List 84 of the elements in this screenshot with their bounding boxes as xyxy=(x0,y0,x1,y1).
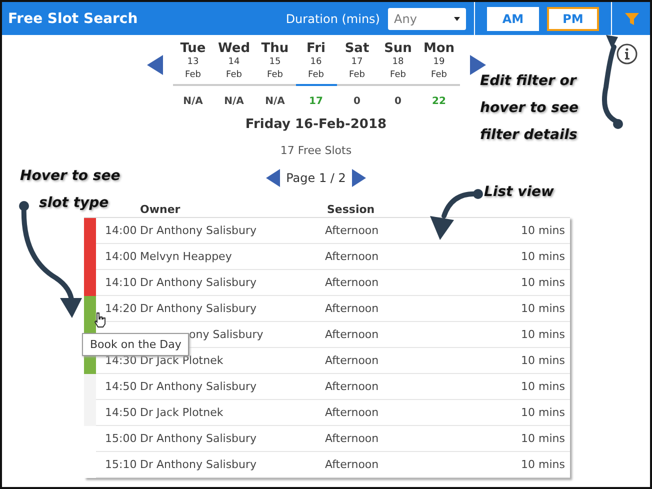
table-cell-text: Dr Anthony Salisbury xyxy=(140,302,258,315)
annotation-text: hover to see xyxy=(480,99,578,118)
slot-count: 22 xyxy=(431,96,447,107)
slot-row[interactable]: 15:00 Dr Anthony Salisbury Afternoon 10 mins xyxy=(84,426,570,452)
table-cell-text: Dr Anthony Salisbury xyxy=(140,380,258,393)
table-cell-text: 14:10 xyxy=(105,276,138,289)
window-title: Free Slot Search xyxy=(8,10,139,26)
table-cell-text: Afternoon xyxy=(325,328,380,341)
annotation-text: filter details xyxy=(480,126,578,145)
page-indicator: Page 1 / 2 xyxy=(286,171,346,185)
table-cell-text: 14:30 xyxy=(105,354,138,367)
table-cell: 10 mins xyxy=(521,380,565,393)
duration-dropdown[interactable]: Any xyxy=(388,8,466,30)
annotation-text: List view xyxy=(484,183,554,202)
table-cell-text: 15:00 xyxy=(105,432,138,445)
session-toggle[interactable]: PM xyxy=(547,6,599,30)
table-cell-text: Dr Anthony Salisbury xyxy=(140,224,258,237)
table-cell: 10 mins xyxy=(521,276,565,289)
next-arrow-icon[interactable] xyxy=(470,55,486,75)
caret-icon xyxy=(454,16,460,20)
slot-row[interactable]: 15:10 Dr Anthony Salisbury Afternoon 10 mins xyxy=(84,452,570,478)
hand-cursor-icon xyxy=(94,312,106,328)
duration-label: Duration (mins) xyxy=(286,12,380,26)
table-cell-text: Afternoon xyxy=(325,302,380,315)
table-cell: 10 mins xyxy=(521,432,565,445)
table-cell: 10 mins xyxy=(521,354,565,367)
day-tab[interactable]: Thu 15 Feb xyxy=(254,41,296,86)
table-cell-text: Afternoon xyxy=(325,276,380,289)
slot-count: 0 xyxy=(352,96,362,107)
table-cell-text: Melvyn Heappey xyxy=(140,250,233,263)
day-tab[interactable]: Wed 14 Feb xyxy=(214,41,254,86)
table-cell: 10 mins xyxy=(521,328,565,341)
session-toggle[interactable]: AM xyxy=(487,6,539,30)
day-tab[interactable]: Fri 16 Feb xyxy=(296,41,336,86)
table-cell: 10 mins xyxy=(521,406,565,419)
info-icon[interactable] xyxy=(616,43,638,65)
table-cell-text: 14:00 xyxy=(105,250,138,263)
table-cell-text: Dr Anthony Salisbury xyxy=(140,276,258,289)
slot-count: N/A xyxy=(182,96,204,107)
slot-row[interactable]: 14:10 Dr Anthony Salisbury Afternoon 10 mins xyxy=(84,270,570,296)
free-slots-count: 17 Free Slots xyxy=(279,144,353,157)
annotation-text: Hover to see xyxy=(20,167,120,186)
previous-page-icon[interactable] xyxy=(266,169,280,187)
table-cell-text: Afternoon xyxy=(325,224,380,237)
slot-count: 0 xyxy=(394,96,402,107)
table-cell-text: Afternoon xyxy=(325,432,380,445)
annotation-text: slot type xyxy=(39,194,109,213)
table-cell: 10 mins xyxy=(521,250,565,263)
table-cell-text: Afternoon xyxy=(325,406,380,419)
table-cell: 10 mins xyxy=(521,302,565,315)
selected-date: Friday 16-Feb-2018 xyxy=(244,117,388,132)
table-cell-text: 14:50 xyxy=(105,380,138,393)
table-cell-text: 14:20 xyxy=(105,302,138,315)
table-cell-text: 15:10 xyxy=(105,458,138,471)
table-cell-text: Dr Anthony Salisbury xyxy=(140,458,258,471)
day-tab[interactable]: Sat 17 Feb xyxy=(336,41,378,86)
table-cell-text: Afternoon xyxy=(325,458,380,471)
column-header: Owner xyxy=(140,203,180,216)
tooltip: Book on the Day xyxy=(82,333,190,356)
table-cell-text: Afternoon xyxy=(325,380,380,393)
table-cell-text: Dr Jack Plotnek xyxy=(140,354,224,367)
table-cell-text: Afternoon xyxy=(325,250,380,263)
slot-row[interactable]: 14:50 Dr Anthony Salisbury Afternoon 10 mins xyxy=(84,374,570,400)
previous-arrow-icon[interactable] xyxy=(146,55,162,75)
day-tab[interactable]: Sun 18 Feb xyxy=(378,41,418,86)
table-cell-text: Dr Anthony Salisbury xyxy=(140,432,258,445)
table-cell-text: ony Salisbury xyxy=(188,328,264,341)
next-page-icon[interactable] xyxy=(352,169,366,187)
table-cell: 10 mins xyxy=(521,224,565,237)
table-cell: 10 mins xyxy=(521,458,565,471)
annotation-text: Edit filter or xyxy=(480,72,576,91)
table-cell-text: Dr Jack Plotnek xyxy=(140,406,224,419)
slot-row[interactable]: 14:20 Dr Anthony Salisbury Afternoon 10 mins xyxy=(84,296,570,322)
table-cell-text: Afternoon xyxy=(325,354,380,367)
slot-count: N/A xyxy=(264,96,286,107)
slot-row[interactable]: 14:50 Dr Jack Plotnek Afternoon 10 mins xyxy=(84,400,570,426)
day-tab[interactable]: Mon 19 Feb xyxy=(418,41,460,86)
slot-count: 17 xyxy=(308,96,324,107)
table-cell-text: 14:00 xyxy=(105,224,138,237)
slot-row[interactable]: 14:00 Melvyn Heappey Afternoon 10 mins xyxy=(84,244,570,270)
slot-count: N/A xyxy=(223,96,245,107)
table-cell-text: 14:50 xyxy=(105,406,138,419)
column-header: Session xyxy=(327,203,375,216)
day-tab[interactable]: Tue 13 Feb xyxy=(172,41,214,86)
